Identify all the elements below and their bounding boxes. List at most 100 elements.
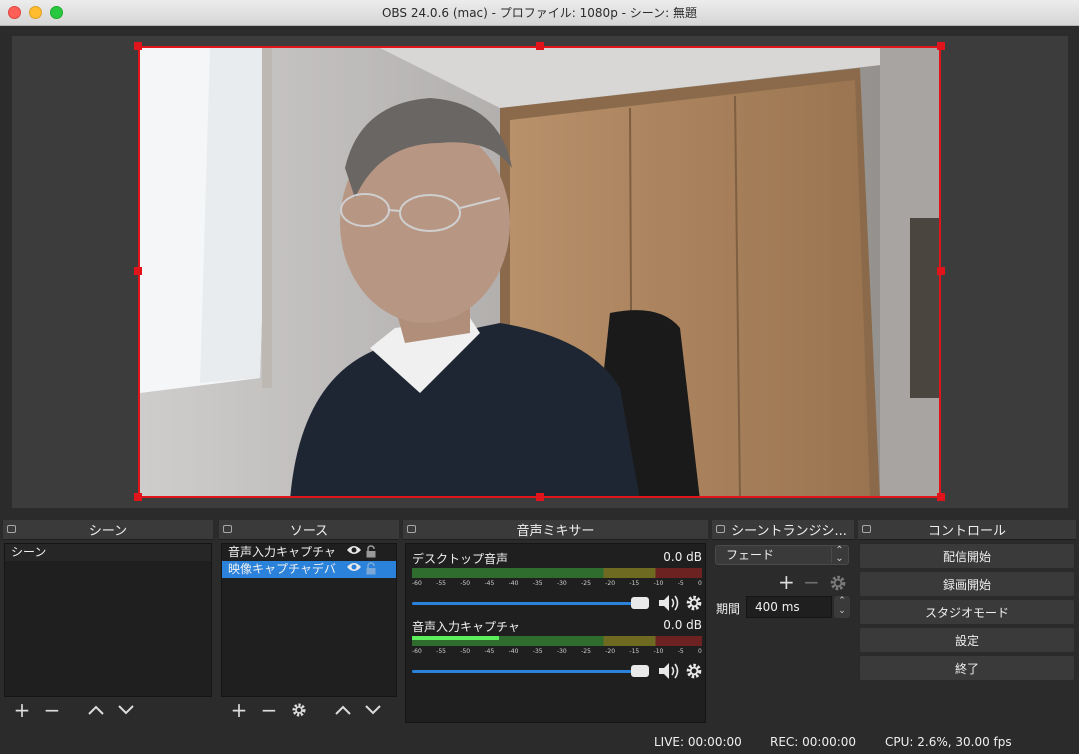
- source-name: 音声入力キャプチャ: [228, 545, 336, 559]
- studio-mode-button[interactable]: スタジオモード: [859, 599, 1075, 625]
- minimize-window-button[interactable]: [29, 6, 42, 19]
- move-scene-down-button[interactable]: [112, 699, 140, 721]
- remove-scene-button[interactable]: −: [38, 698, 66, 722]
- undock-icon[interactable]: [7, 525, 16, 533]
- eye-icon[interactable]: [346, 561, 362, 578]
- duration-spinner[interactable]: ⌃ ⌄: [834, 596, 850, 618]
- meter-tick-label: -10: [653, 648, 664, 655]
- channel-name: 音声入力キャプチャ: [412, 620, 520, 634]
- start-streaming-button[interactable]: 配信開始: [859, 543, 1075, 569]
- meter-tick-label: -50: [460, 580, 471, 587]
- transition-select[interactable]: フェード ⌃ ⌄: [715, 545, 849, 565]
- duration-input[interactable]: 400 ms: [746, 596, 832, 618]
- resize-handle-right[interactable]: [937, 267, 945, 275]
- audio-mixer-dock-header[interactable]: 音声ミキサー: [403, 520, 708, 540]
- move-source-down-button[interactable]: [359, 699, 387, 721]
- meter-tick-label: -25: [581, 580, 591, 587]
- gear-icon[interactable]: [685, 594, 703, 616]
- chevron-down-icon: [365, 705, 381, 715]
- chevron-up-icon[interactable]: ⌃: [838, 596, 846, 606]
- resize-handle-top-right[interactable]: [937, 42, 945, 50]
- maximize-window-button[interactable]: [50, 6, 63, 19]
- meter-tick-label: 0: [698, 580, 702, 587]
- meter-tick-label: -5: [677, 648, 684, 655]
- start-recording-button[interactable]: 録画開始: [859, 571, 1075, 597]
- transition-select-value: フェード: [726, 548, 775, 562]
- gear-icon: [292, 703, 306, 717]
- resize-handle-bottom[interactable]: [536, 493, 544, 501]
- resize-handle-top-left[interactable]: [134, 42, 142, 50]
- source-list-item[interactable]: 音声入力キャプチャ: [222, 544, 396, 561]
- scene-transitions-dock-header[interactable]: シーントランジシ...: [712, 520, 854, 540]
- scenes-dock-title: シーン: [88, 524, 128, 539]
- meter-tick-label: -10: [653, 580, 664, 587]
- meter-tick-label: -25: [581, 648, 591, 655]
- meter-tick-label: -60: [412, 580, 422, 587]
- resize-handle-bottom-left[interactable]: [134, 493, 142, 501]
- scenes-list[interactable]: シーン: [4, 543, 212, 697]
- undock-icon[interactable]: [862, 525, 871, 533]
- audio-mixer-dock-title: 音声ミキサー: [516, 524, 595, 539]
- controls-dock-header[interactable]: コントロール: [858, 520, 1076, 540]
- cpu-status: CPU: 2.6%, 30.00 fps: [885, 735, 1012, 749]
- source-list-item-selected[interactable]: 映像キャプチャデバ: [222, 561, 396, 578]
- move-source-up-button[interactable]: [329, 699, 357, 721]
- volume-slider-handle[interactable]: [631, 597, 649, 609]
- add-transition-button[interactable]: +: [778, 570, 795, 594]
- exit-button[interactable]: 終了: [859, 655, 1075, 681]
- speaker-icon[interactable]: [658, 662, 682, 684]
- scene-list-item[interactable]: シーン: [5, 544, 211, 561]
- mixer-channel-mic: 音声入力キャプチャ 0.0 dB -60 -55 -50 -45 -40 -35 -30 -2…: [412, 618, 702, 682]
- sources-toolbar: + −: [221, 697, 397, 723]
- add-source-button[interactable]: +: [225, 698, 253, 722]
- source-properties-button[interactable]: [285, 699, 313, 721]
- sources-dock-header[interactable]: ソース: [219, 520, 399, 540]
- meter-tick-label: -15: [629, 648, 640, 655]
- chevron-down-icon[interactable]: ⌄: [838, 606, 846, 616]
- scenes-dock-header[interactable]: シーン: [3, 520, 213, 540]
- camera-image: [140, 48, 939, 496]
- gear-icon: [830, 575, 846, 591]
- speaker-icon[interactable]: [658, 594, 682, 616]
- sources-list[interactable]: 音声入力キャプチャ 映像キャプチャデバ: [221, 543, 397, 697]
- add-scene-button[interactable]: +: [8, 698, 36, 722]
- source-name: 映像キャプチャデバ: [228, 562, 336, 576]
- volume-slider[interactable]: [412, 670, 648, 673]
- chevron-down-icon: [118, 705, 134, 715]
- live-status: LIVE: 00:00:00: [654, 735, 742, 749]
- duration-label: 期間: [716, 602, 741, 616]
- undock-icon[interactable]: [407, 525, 416, 533]
- scenes-toolbar: + −: [4, 697, 212, 723]
- meter-tick-label: -35: [532, 580, 543, 587]
- audio-mixer-panel: デスクトップ音声 0.0 dB -60 -55 -50 -45 -40 -35 -30 -25…: [405, 543, 706, 723]
- resize-handle-top[interactable]: [536, 42, 544, 50]
- undock-icon[interactable]: [716, 525, 725, 533]
- resize-handle-left[interactable]: [134, 267, 142, 275]
- move-scene-up-button[interactable]: [82, 699, 110, 721]
- settings-button[interactable]: 設定: [859, 627, 1075, 653]
- meter-tick-label: -45: [484, 648, 495, 655]
- chevron-up-icon: [88, 705, 104, 715]
- volume-slider[interactable]: [412, 602, 648, 605]
- title-bar: OBS 24.0.6 (mac) - プロファイル: 1080p - シーン: …: [0, 0, 1079, 26]
- window-title: OBS 24.0.6 (mac) - プロファイル: 1080p - シーン: …: [381, 6, 698, 20]
- lock-icon[interactable]: [365, 562, 377, 578]
- mixer-channel-desktop: デスクトップ音声 0.0 dB -60 -55 -50 -45 -40 -35 -30 -25…: [412, 550, 702, 614]
- eye-icon[interactable]: [346, 544, 362, 561]
- video-capture-source-preview[interactable]: [138, 46, 941, 498]
- resize-handle-bottom-right[interactable]: [937, 493, 945, 501]
- close-window-button[interactable]: [8, 6, 21, 19]
- meter-tick-label: -60: [412, 648, 422, 655]
- remove-source-button[interactable]: −: [255, 698, 283, 722]
- remove-transition-button[interactable]: −: [803, 570, 820, 594]
- volume-slider-handle[interactable]: [631, 665, 649, 677]
- transition-properties-button[interactable]: [829, 573, 847, 597]
- volume-meter: [412, 568, 702, 578]
- lock-icon[interactable]: [365, 545, 377, 561]
- meter-ticks: -60 -55 -50 -45 -40 -35 -30 -25 -20 -15 -10 -5 0: [412, 648, 702, 658]
- meter-tick-label: -40: [508, 580, 519, 587]
- scene-transitions-dock-title: シーントランジシ...: [731, 524, 847, 539]
- undock-icon[interactable]: [223, 525, 232, 533]
- gear-icon[interactable]: [685, 662, 703, 684]
- channel-volume-db: 0.0 dB: [663, 618, 702, 632]
